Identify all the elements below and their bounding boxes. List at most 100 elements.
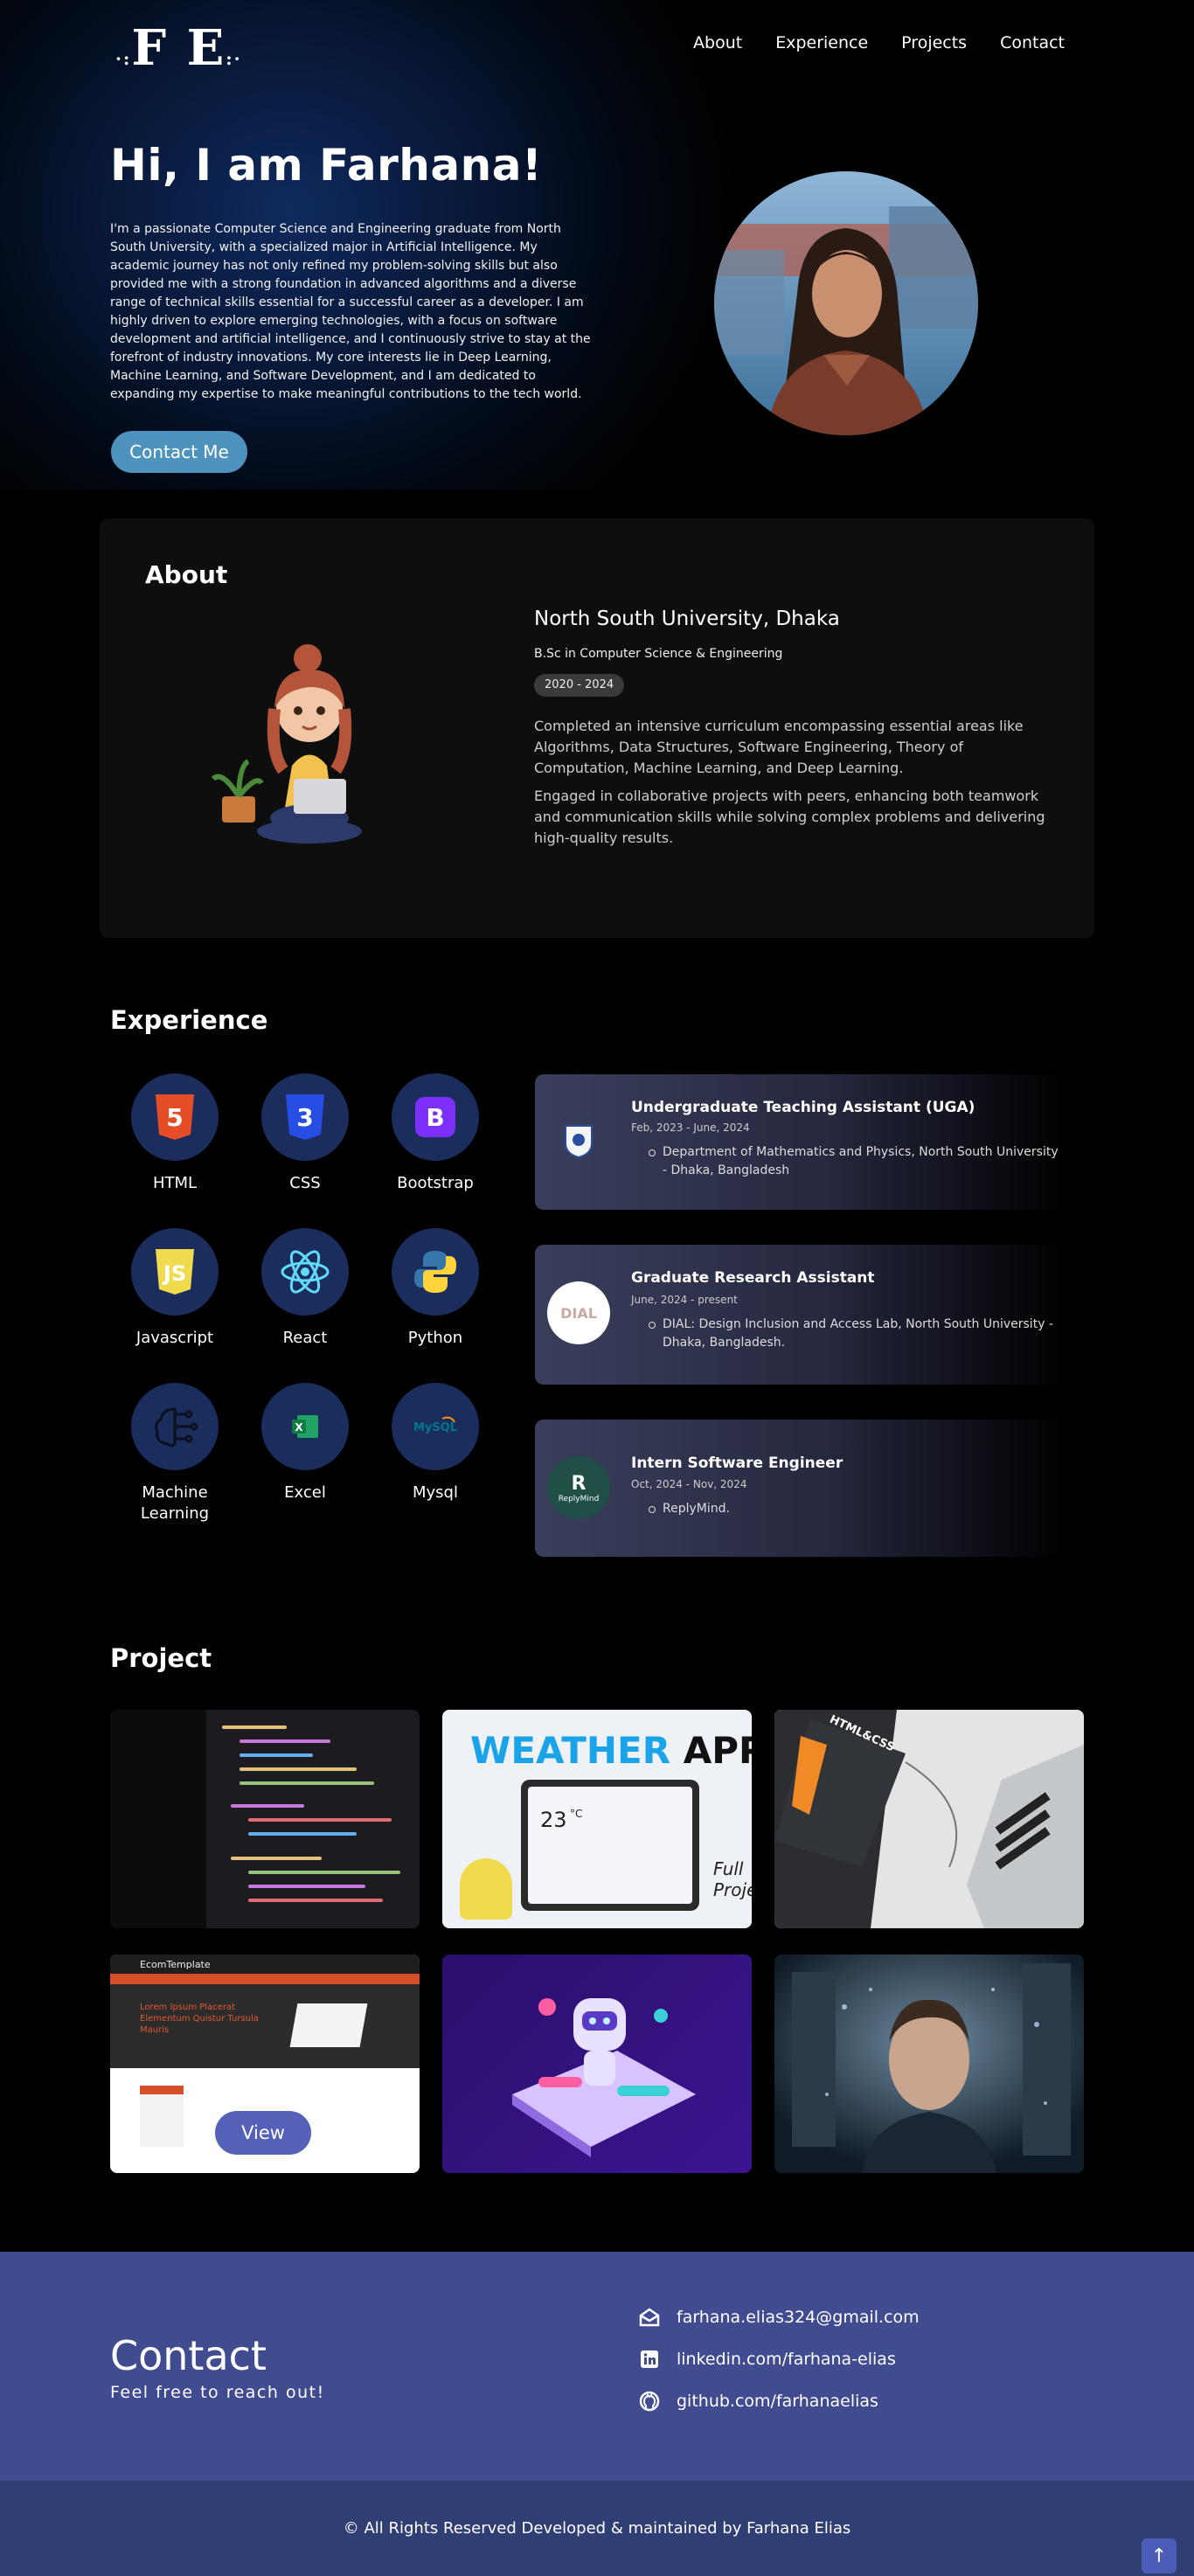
replymind-logo-text: ReplyMind	[558, 1494, 600, 1503]
svg-text:JS: JS	[162, 1261, 186, 1286]
contact-github-row[interactable]: github.com/farhanaelias	[638, 2390, 878, 2413]
html5-icon: 5	[131, 1073, 219, 1161]
experience-card: Undergraduate Teaching Assistant (UGA) F…	[535, 1074, 1066, 1210]
bullet-icon	[649, 1506, 656, 1513]
job-date: June, 2024 - present	[631, 1294, 738, 1306]
svg-text:X: X	[295, 1421, 303, 1434]
excel-icon: X	[261, 1383, 349, 1470]
javascript-icon: JS	[131, 1228, 219, 1316]
degree-name: B.Sc in Computer Science & Engineering	[534, 647, 783, 661]
experience-card: DIAL Graduate Research Assistant June, 2…	[535, 1245, 1066, 1385]
project-card-face-recognition[interactable]	[774, 1955, 1084, 2173]
contact-subtitle: Feel free to reach out!	[110, 2383, 325, 2402]
skill-excel: X Excel	[239, 1383, 371, 1503]
hero-bio: I'm a passionate Computer Science and En…	[110, 222, 591, 401]
contact-section: Contact Feel free to reach out! farhana.…	[0, 2252, 1194, 2481]
education-years-badge: 2020 - 2024	[534, 674, 625, 697]
job-title: Graduate Research Assistant	[631, 1269, 875, 1287]
hero-section: ·:F E:· About Experience Projects Contac…	[0, 0, 1194, 490]
site-logo[interactable]: ·:F E:·	[115, 19, 242, 77]
job-title: Intern Software Engineer	[631, 1455, 843, 1472]
bootstrap-icon: B	[392, 1073, 479, 1161]
projects-title: Project	[110, 1643, 212, 1673]
dial-logo: DIAL	[547, 1281, 610, 1344]
laptop-and-book-image	[774, 1710, 1084, 1928]
skill-label: Bootstrap	[397, 1174, 474, 1192]
view-project-button[interactable]: View	[215, 2111, 311, 2155]
ecom-headline: Lorem Ipsum Placerat Elementum Quistur T…	[140, 2003, 259, 2035]
footer: © All Rights Reserved Developed & mainta…	[0, 2481, 1194, 2576]
weather-temp: 23	[540, 1808, 567, 1832]
about-title: About	[145, 560, 228, 589]
contact-linkedin[interactable]: linkedin.com/farhana-elias	[677, 2350, 896, 2369]
replymind-logo: R ReplyMind	[547, 1456, 610, 1519]
main-nav: About Experience Projects Contact	[693, 33, 1065, 52]
experience-card: R ReplyMind Intern Software Engineer Oct…	[535, 1420, 1066, 1557]
university-name: North South University, Dhaka	[534, 608, 840, 630]
nsu-logo-icon	[547, 1109, 610, 1172]
hero-heading: Hi, I am Farhana!	[110, 140, 543, 191]
weather-note: Full Proje	[713, 1858, 752, 1900]
ai-brain-icon	[131, 1383, 219, 1470]
job-date: Feb, 2023 - June, 2024	[631, 1121, 750, 1134]
linkedin-icon	[638, 2348, 661, 2371]
skill-label: HTML	[152, 1174, 198, 1192]
about-section: About North South University, Dhaka B.Sc…	[100, 518, 1094, 938]
skill-javascript: JS Javascript	[109, 1228, 240, 1349]
nav-projects-link[interactable]: Projects	[901, 33, 967, 52]
job-date: Oct, 2024 - Nov, 2024	[631, 1478, 747, 1490]
job-description: DIAL: Design Inclusion and Access Lab, N…	[663, 1317, 1053, 1350]
project-card-html-css[interactable]: HTML&CSS	[774, 1710, 1084, 1928]
svg-text:MySQL: MySQL	[413, 1421, 457, 1434]
nav-contact-link[interactable]: Contact	[1000, 33, 1065, 52]
degree-unit: °C	[570, 1808, 583, 1820]
svg-text:3: 3	[296, 1103, 313, 1132]
skill-label: CSS	[289, 1174, 321, 1192]
dial-logo-text: DIAL	[560, 1304, 597, 1322]
skill-label: Mysql	[413, 1483, 458, 1502]
contact-github[interactable]: github.com/farhanaelias	[677, 2392, 878, 2411]
envelope-open-icon	[638, 2306, 661, 2329]
svg-text:5: 5	[166, 1103, 183, 1132]
contact-linkedin-row[interactable]: linkedin.com/farhana-elias	[638, 2348, 896, 2371]
job-description: ReplyMind.	[663, 1502, 730, 1516]
github-icon	[638, 2390, 661, 2413]
skill-label: Javascript	[135, 1329, 214, 1347]
contact-email[interactable]: farhana.elias324@gmail.com	[677, 2308, 920, 2327]
skill-label: Machine Learning	[140, 1483, 210, 1523]
job-description: Department of Mathematics and Physics, N…	[663, 1145, 1059, 1177]
girl-with-laptop-illustration	[196, 621, 388, 849]
contact-email-row[interactable]: farhana.elias324@gmail.com	[638, 2306, 920, 2329]
project-card-code[interactable]	[110, 1710, 420, 1928]
laptop-image	[289, 2003, 368, 2047]
react-icon	[261, 1228, 349, 1316]
nav-about-link[interactable]: About	[693, 33, 742, 52]
skill-react: React	[239, 1228, 371, 1349]
skill-machine-learning: Machine Learning	[109, 1383, 240, 1524]
weather-app-title: WEATHER APP	[470, 1729, 752, 1772]
arrow-up-icon: ↑	[1150, 2545, 1168, 2567]
svg-text:B: B	[426, 1103, 444, 1132]
experience-title: Experience	[110, 1005, 268, 1035]
ecom-title: EcomTemplate	[110, 1955, 420, 1974]
python-icon	[392, 1228, 479, 1316]
scroll-to-top-button[interactable]: ↑	[1142, 2538, 1177, 2573]
skill-bootstrap: B Bootstrap	[370, 1073, 501, 1194]
css3-icon: 3	[261, 1073, 349, 1161]
project-card-weather-app[interactable]: WEATHER APP 23 °C Full Proje	[442, 1710, 752, 1928]
code-screen-image	[110, 1710, 420, 1928]
skill-html: 5 HTML	[109, 1073, 240, 1194]
project-card-chatbot[interactable]	[442, 1955, 752, 2173]
contact-me-button[interactable]: Contact Me	[111, 431, 247, 473]
skill-label: Python	[407, 1329, 463, 1347]
bullet-icon	[649, 1149, 656, 1156]
nav-experience-link[interactable]: Experience	[775, 33, 868, 52]
bullet-icon	[649, 1322, 656, 1329]
skill-label: React	[282, 1329, 328, 1347]
about-paragraph-2: Engaged in collaborative projects with p…	[534, 788, 1045, 846]
skill-python: Python	[370, 1228, 501, 1349]
job-title: Undergraduate Teaching Assistant (UGA)	[631, 1099, 975, 1116]
ecom-nav-bar	[110, 1974, 420, 1984]
skill-mysql: MySQL Mysql	[370, 1383, 501, 1503]
contact-title: Contact	[110, 2332, 267, 2379]
